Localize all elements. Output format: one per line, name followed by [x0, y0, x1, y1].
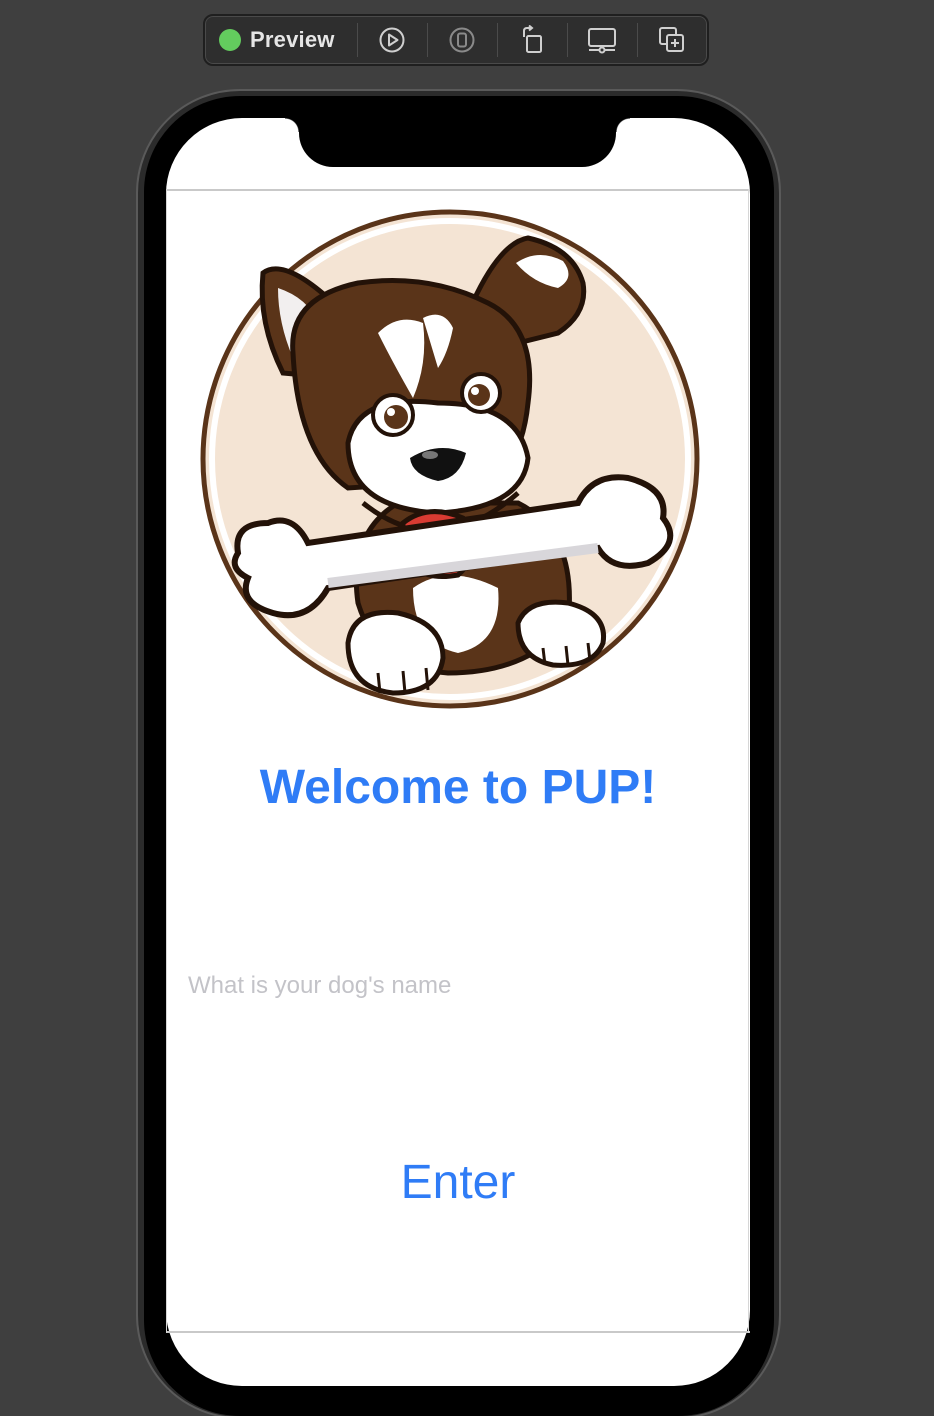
duplicate-preview-button[interactable] [638, 16, 707, 64]
enter-button[interactable]: Enter [358, 1150, 558, 1214]
duplicate-preview-icon [659, 27, 685, 52]
device-notch [285, 118, 630, 167]
device-settings-icon [588, 28, 617, 54]
safe-area-bottom-edge [166, 1331, 750, 1333]
rotate-device-button[interactable] [498, 16, 567, 64]
live-preview-button[interactable] [358, 16, 427, 64]
live-preview-play-icon [379, 27, 405, 53]
xcode-preview-canvas: Preview Welcome to PUP! What is your dog… [0, 0, 934, 1416]
dog-name-input[interactable] [188, 966, 728, 1006]
device-preview-button[interactable] [428, 16, 497, 64]
preview-toolbar: Preview [203, 14, 709, 66]
preview-status: Preview [205, 16, 357, 64]
preview-label: Preview [250, 27, 335, 52]
preview-status-dot [219, 29, 241, 51]
device-preview-icon [449, 27, 475, 53]
welcome-title: Welcome to PUP! [259, 761, 657, 814]
device-settings-button[interactable] [568, 16, 637, 64]
safe-area-top-edge [166, 189, 750, 191]
pup-logo-image [200, 209, 700, 709]
rotate-device-icon [523, 25, 543, 53]
